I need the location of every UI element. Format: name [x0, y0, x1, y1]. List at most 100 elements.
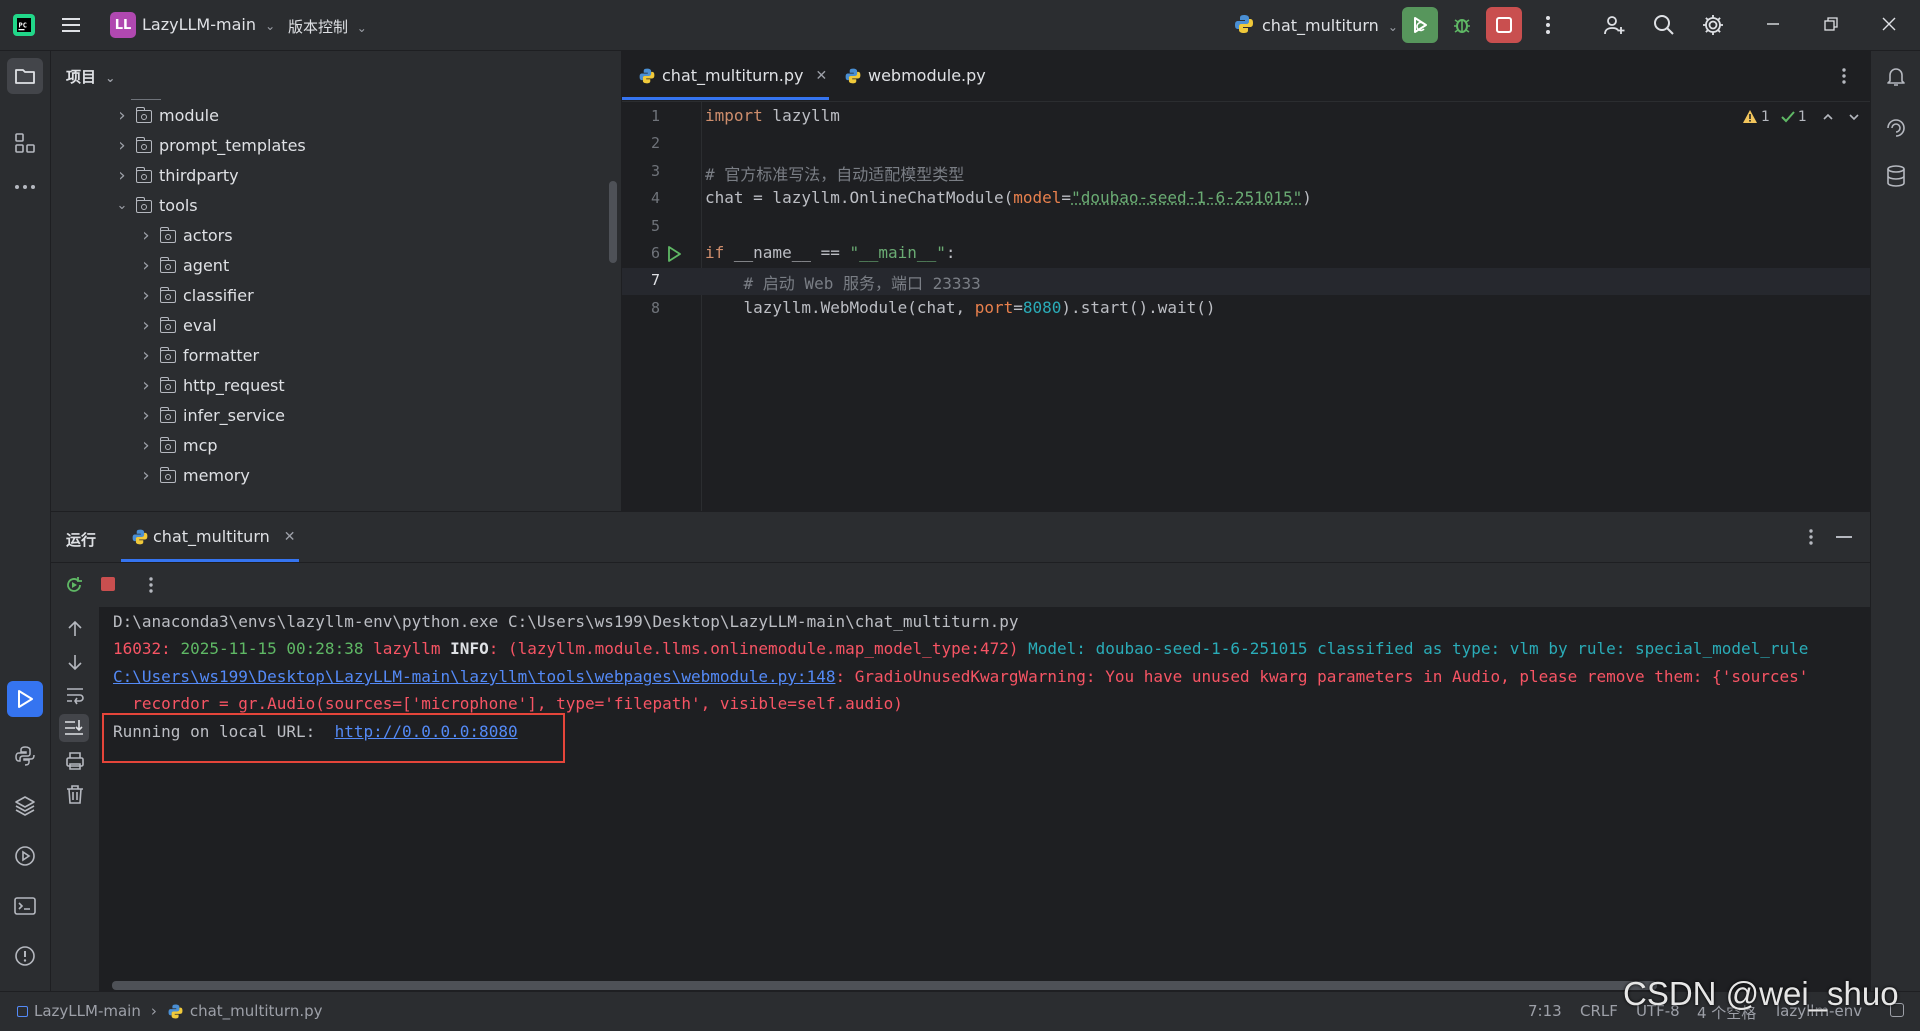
chevron-right-icon[interactable]: › [138, 431, 154, 461]
arrow-down-icon[interactable] [64, 652, 86, 672]
code-line-4[interactable]: chat = lazyllm.OnlineChatModule(model="d… [705, 188, 1312, 207]
structure-icon[interactable] [13, 131, 37, 155]
code-line-7[interactable]: # 启动 Web 服务，端口 23333 [705, 270, 981, 294]
chevron-right-icon[interactable]: › [138, 311, 154, 341]
project-panel-header[interactable]: 项目 ⌄ [66, 66, 115, 87]
database-icon[interactable] [1884, 164, 1908, 188]
code-line-8[interactable]: lazyllm.WebModule(chat, port=8080).start… [705, 298, 1216, 317]
tree-item[interactable]: › actors [138, 221, 233, 251]
debug-button[interactable] [1444, 7, 1480, 43]
chevron-right-icon[interactable]: › [138, 251, 154, 281]
soft-wrap-icon[interactable] [64, 685, 86, 705]
notifications-icon[interactable] [1884, 64, 1908, 88]
caret-position[interactable]: 7:13 [1528, 1002, 1562, 1020]
tree-item[interactable]: › eval [138, 311, 217, 341]
console-line-source[interactable]: recordor = gr.Audio(sources=['microphone… [113, 694, 903, 713]
arrow-up-icon[interactable] [64, 619, 86, 639]
console-line-command[interactable]: D:\anaconda3\envs\lazyllm-env\python.exe… [113, 612, 1018, 631]
tab-close-icon[interactable]: ✕ [815, 68, 827, 84]
console-horizontal-scrollbar[interactable] [112, 981, 1657, 990]
chevron-right-icon[interactable]: › [114, 161, 130, 191]
project-scrollbar[interactable] [609, 181, 617, 263]
restore-icon[interactable] [1821, 14, 1841, 34]
code-line-3[interactable]: # 官方标准写法，自动适配模型类型 [705, 161, 964, 185]
main-menu-icon[interactable] [60, 14, 84, 36]
tree-item[interactable]: › module [114, 101, 219, 131]
gear-icon[interactable] [1701, 13, 1725, 37]
more-vertical-icon[interactable] [1803, 526, 1819, 548]
more-horizontal-icon[interactable] [13, 181, 37, 193]
tree-item[interactable]: › thirdparty [114, 161, 239, 191]
tab-options-icon[interactable] [1836, 65, 1852, 87]
tree-item[interactable]: › mcp [138, 431, 218, 461]
tree-item[interactable]: › infer_service [138, 401, 285, 431]
python-console-icon[interactable] [13, 744, 37, 768]
terminal-icon[interactable] [13, 894, 37, 918]
console-line-warning[interactable]: C:\Users\ws199\Desktop\LazyLLM-main\lazy… [113, 667, 1808, 686]
tree-item[interactable]: › http_request [138, 371, 285, 401]
more-vertical-icon[interactable] [143, 574, 159, 596]
project-switcher[interactable]: LazyLLM-main ⌄ [142, 15, 275, 34]
ok-count: 1 [1798, 109, 1807, 125]
code-line-6[interactable]: if __name__ == "__main__": [705, 243, 955, 262]
run-config-selector[interactable]: chat_multiturn ⌄ [1262, 16, 1398, 35]
run-tab-chat-multiturn[interactable]: chat_multiturn ✕ [131, 527, 296, 546]
chevron-up-icon[interactable] [1821, 110, 1835, 124]
run-tool-button[interactable] [7, 681, 43, 717]
tree-item-label: mcp [183, 431, 218, 461]
more-vertical-icon[interactable] [1538, 13, 1558, 37]
chevron-right-icon[interactable]: › [138, 371, 154, 401]
print-icon[interactable] [64, 751, 86, 771]
run-panel-title: 运行 [66, 529, 96, 550]
package-folder-icon [160, 380, 176, 393]
console-file-link[interactable]: C:\Users\ws199\Desktop\LazyLLM-main\lazy… [113, 667, 835, 686]
scroll-to-end-button[interactable] [59, 714, 89, 742]
tab-chat-multiturn[interactable]: chat_multiturn.py ✕ [638, 66, 827, 85]
minimize-icon[interactable] [1763, 14, 1783, 34]
ai-assistant-icon[interactable] [1884, 114, 1908, 138]
stop-icon[interactable] [101, 577, 115, 591]
tree-item[interactable]: ⌄ tools [114, 191, 198, 221]
chevron-down-icon[interactable]: ⌄ [114, 191, 130, 221]
close-icon[interactable] [1879, 14, 1899, 34]
code-token: __name__ == [724, 243, 849, 262]
code-line-1[interactable]: import lazyllm [705, 106, 840, 125]
chevron-right-icon[interactable]: › [138, 281, 154, 311]
chevron-right-icon[interactable]: › [138, 221, 154, 251]
breadcrumb-file[interactable]: chat_multiturn.py [190, 1002, 323, 1020]
rerun-icon[interactable] [63, 574, 85, 596]
trash-icon[interactable] [64, 784, 86, 804]
tab-webmodule[interactable]: webmodule.py [844, 66, 986, 85]
problems-icon[interactable] [13, 944, 37, 968]
run-gutter-icon[interactable] [665, 245, 683, 263]
stop-button[interactable] [1486, 7, 1522, 43]
pycharm-logo-icon[interactable]: PC [12, 13, 36, 37]
tree-item[interactable]: › memory [138, 461, 250, 491]
chevron-right-icon[interactable]: › [138, 341, 154, 371]
chevron-right-icon[interactable]: › [138, 461, 154, 491]
inspection-widget[interactable]: 1 1 [1742, 109, 1861, 125]
chevron-right-icon[interactable]: › [114, 131, 130, 161]
services-icon[interactable] [13, 844, 37, 868]
project-tool-button[interactable] [7, 58, 43, 94]
tree-item[interactable]: › agent [138, 251, 229, 281]
search-icon[interactable] [1652, 13, 1676, 37]
hide-panel-icon[interactable] [1836, 536, 1852, 538]
layers-icon[interactable] [13, 794, 37, 818]
python-file-icon [638, 67, 656, 85]
add-user-icon[interactable] [1602, 13, 1626, 37]
rerun-button[interactable] [1402, 7, 1438, 43]
chevron-down-icon[interactable] [1847, 110, 1861, 124]
line-separator[interactable]: CRLF [1580, 1002, 1618, 1020]
tree-item[interactable]: › classifier [138, 281, 254, 311]
chevron-right-icon[interactable]: › [114, 101, 130, 131]
vcs-menu[interactable]: 版本控制 ⌄ [288, 16, 367, 37]
console-line-info[interactable]: 16032: 2025-11-15 00:28:38 lazyllm INFO:… [113, 639, 1808, 658]
project-avatar[interactable]: LL [110, 12, 136, 38]
active-run-tab-indicator [121, 559, 299, 562]
tree-item[interactable]: › formatter [138, 341, 259, 371]
tab-close-icon[interactable]: ✕ [284, 529, 296, 545]
chevron-right-icon[interactable]: › [138, 401, 154, 431]
tree-item[interactable]: › prompt_templates [114, 131, 306, 161]
breadcrumb-project[interactable]: LazyLLM-main [34, 1002, 141, 1020]
